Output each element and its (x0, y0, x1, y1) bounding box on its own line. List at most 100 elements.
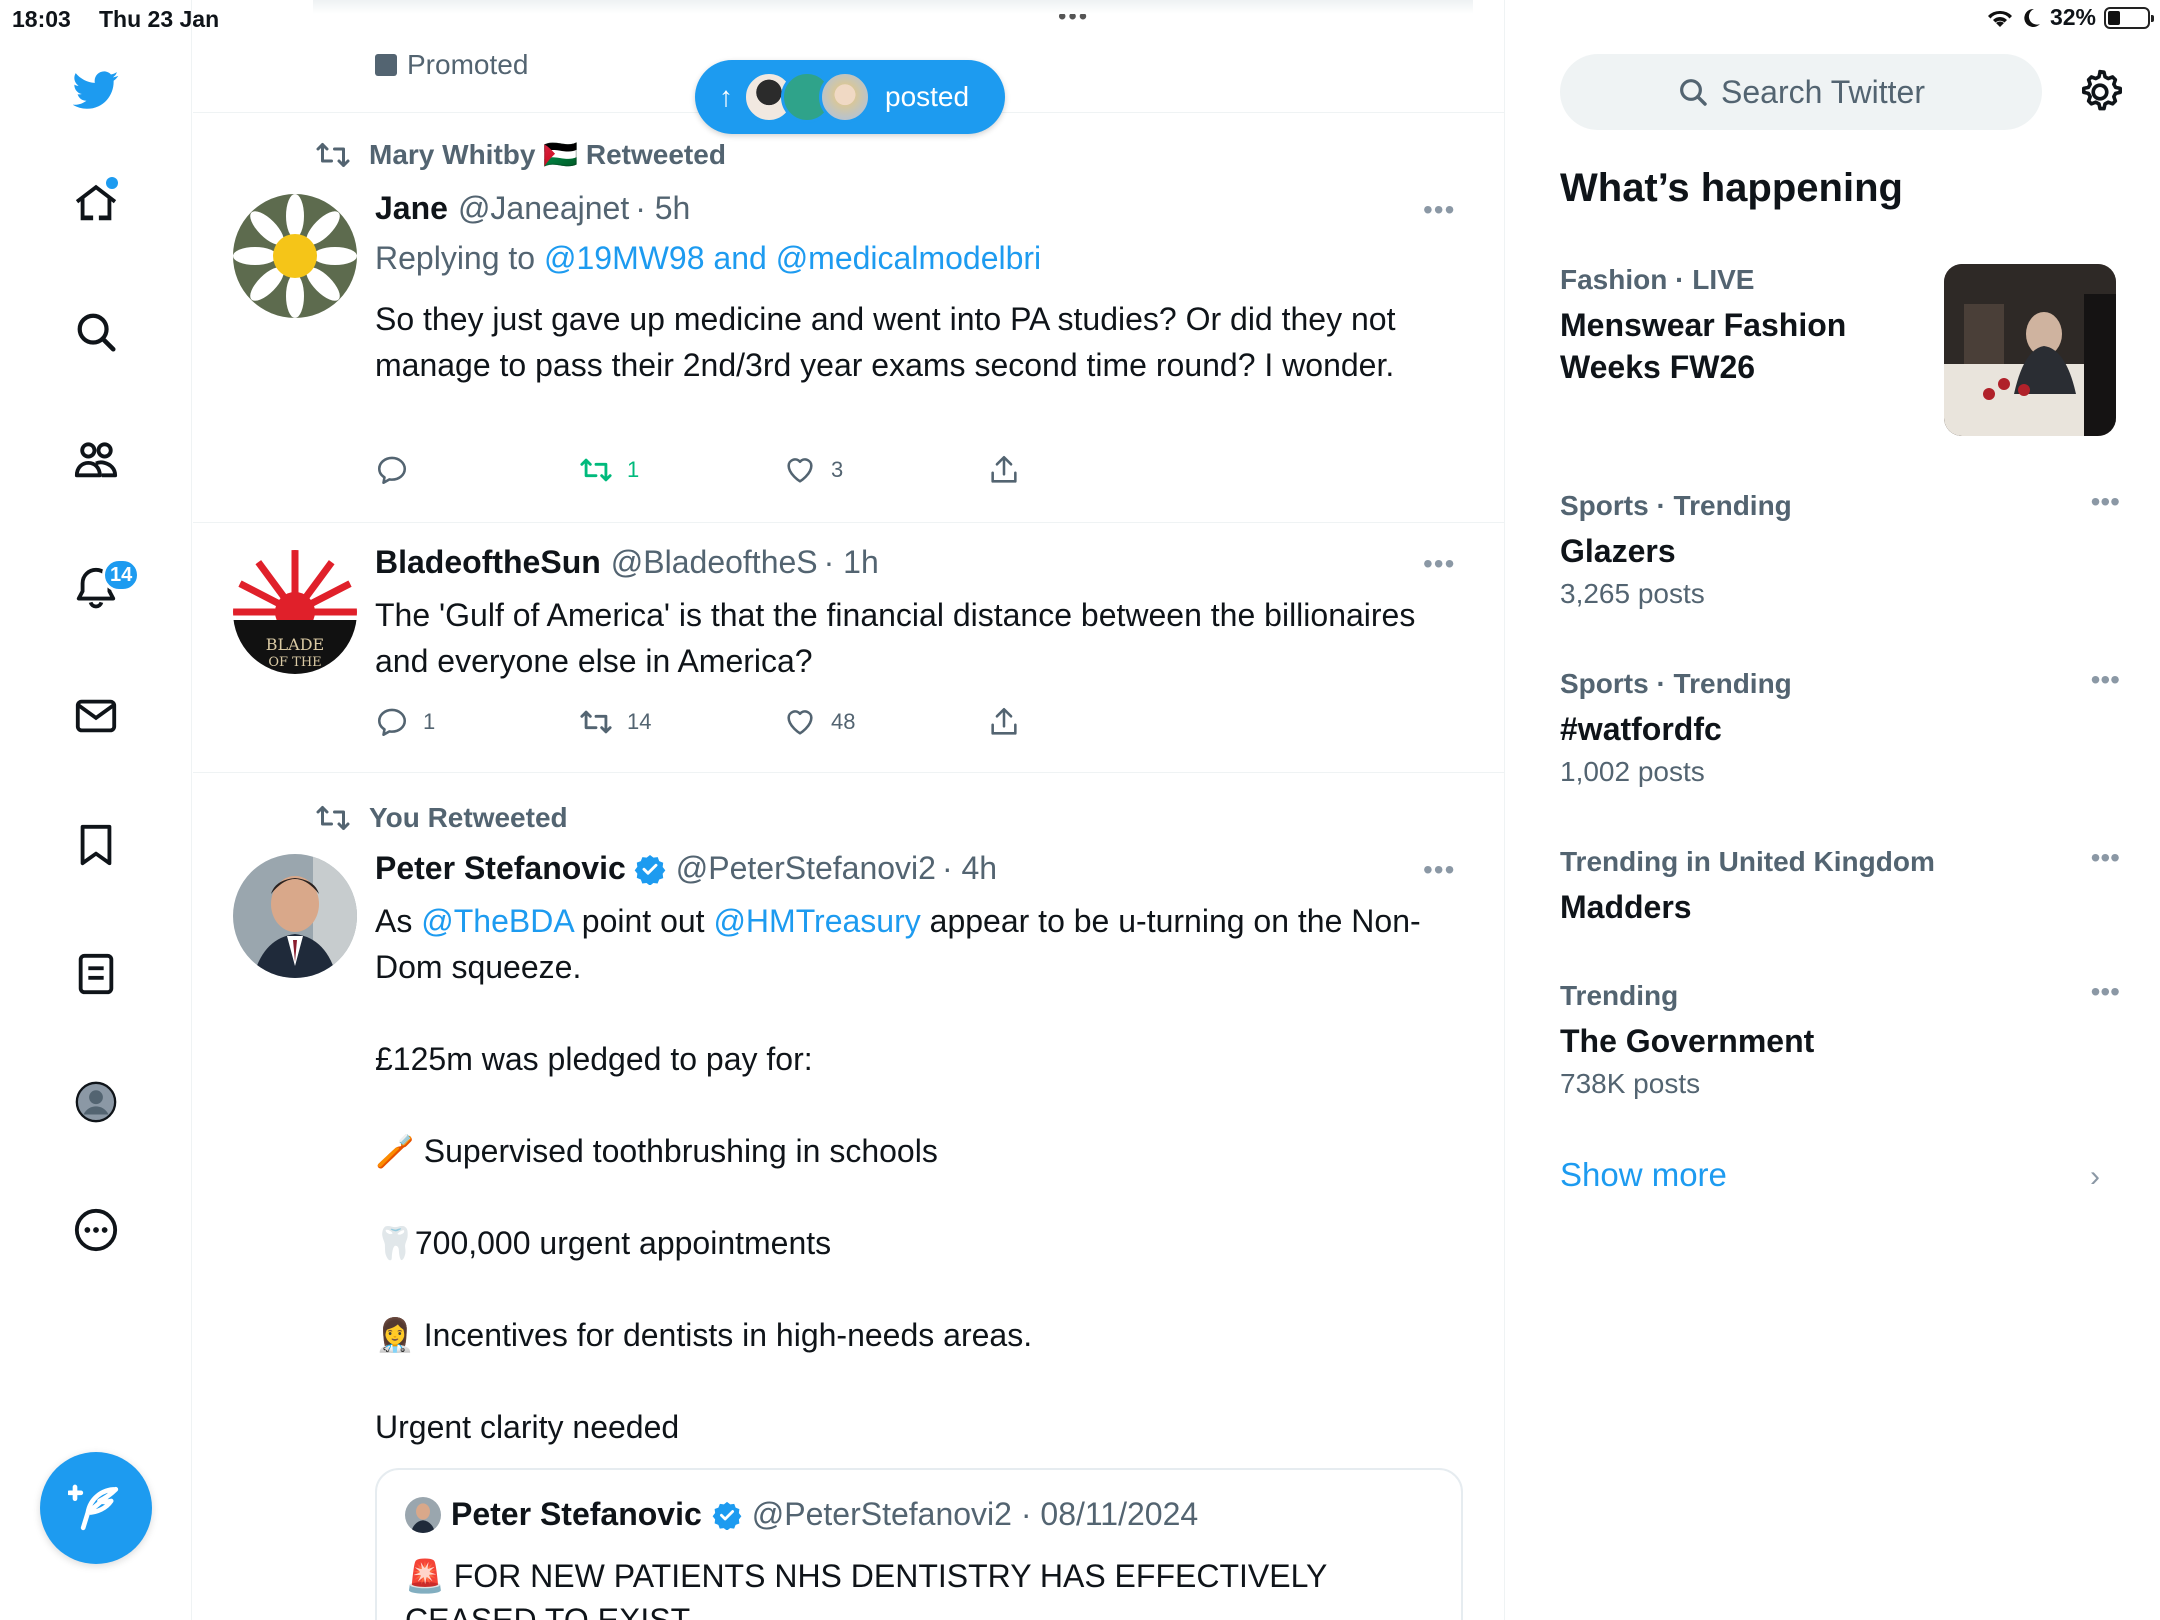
trend-item[interactable]: Sports · Trending #watfordfc 1,002 posts… (1560, 664, 2120, 788)
avatar[interactable] (233, 854, 357, 978)
retweeted-by-label: Mary Whitby 🇵🇸 Retweeted (369, 139, 726, 170)
battery-icon (2104, 6, 2154, 29)
share-icon (991, 707, 1017, 735)
more-options-icon[interactable]: ••• (2091, 976, 2120, 1008)
promoted-icon (375, 54, 397, 76)
sidebar-item-more[interactable] (66, 1200, 126, 1260)
retweet-icon (316, 806, 350, 830)
quoted-author-handle: @PeterStefanovi2 · 08/11/2024 (751, 1496, 1199, 1532)
author-handle[interactable]: @Janeajnet (458, 190, 629, 227)
avatar[interactable] (233, 194, 357, 318)
sidebar-item-notifications[interactable]: 14 (66, 558, 141, 618)
tweet-text-line: 👩‍⚕️ Incentives for dentists in high-nee… (375, 1317, 1033, 1353)
whats-happening-title: What’s happening (1560, 166, 1903, 210)
scroll-fade (313, 0, 1473, 14)
trend-item[interactable]: Trending in United Kingdom Madders ••• (1560, 842, 2120, 928)
more-options-icon[interactable]: ••• (1423, 854, 1455, 886)
tweet-text: The 'Gulf of America' is that the financ… (375, 597, 1416, 679)
notifications-badge: 14 (102, 558, 141, 592)
tweet-time[interactable]: · 5h (635, 190, 690, 227)
more-options-icon[interactable]: ••• (2091, 842, 2120, 874)
sidebar-item-lists[interactable] (66, 944, 126, 1004)
tweet[interactable]: Mary Whitby 🇵🇸 Retweeted Jane @Janeajnet… (193, 112, 1504, 522)
promoted-row: Promoted (375, 49, 528, 81)
author-handle[interactable]: @BladeoftheS (611, 544, 818, 581)
author-name[interactable]: Peter Stefanovic (375, 850, 626, 887)
avatar (405, 1496, 441, 1533)
retweet-icon (316, 142, 350, 167)
like-button[interactable]: 48 (783, 705, 987, 739)
show-more-link[interactable]: Show more (1560, 1156, 1727, 1194)
trend-item[interactable]: Trending The Government 738K posts ••• (1560, 976, 2120, 1100)
compose-feather-icon (68, 1484, 119, 1531)
more-options-icon[interactable]: ••• (1423, 548, 1455, 580)
quoted-tweet-text: 🚨 FOR NEW PATIENTS NHS DENTISTRY HAS EFF… (405, 1558, 1327, 1620)
sidebar-item-bookmarks[interactable] (66, 815, 126, 875)
tweet-text-line: 🪥 Supervised toothbrushing in schools (375, 1133, 938, 1169)
trend-title: #watfordfc (1560, 711, 1722, 747)
tweet-time[interactable]: · 1h (824, 544, 879, 581)
trend-count: 3,265 posts (1560, 578, 1705, 609)
more-options-icon[interactable]: ••• (1423, 194, 1455, 226)
trend-item[interactable]: Sports · Trending Glazers 3,265 posts ••… (1560, 486, 2120, 610)
search-input[interactable]: Search Twitter (1560, 54, 2042, 130)
retweet-button[interactable]: 1 (579, 453, 783, 487)
more-options-icon[interactable]: ••• (2091, 664, 2120, 696)
sidebar-item-explore[interactable] (66, 302, 126, 362)
share-button[interactable] (987, 705, 1191, 739)
mention-link[interactable]: @TheBDA (421, 903, 573, 939)
tweet-actions: 1 3 (375, 450, 1191, 490)
author-handle[interactable]: @PeterStefanovi2 (676, 850, 936, 887)
sidebar-item-messages[interactable] (66, 686, 126, 746)
retweet-icon (580, 458, 612, 482)
svg-text:OF THE: OF THE (268, 655, 321, 670)
trend-title: Madders (1560, 889, 1692, 925)
mention-link[interactable]: @HMTreasury (713, 903, 920, 939)
like-count: 48 (831, 709, 856, 734)
text-fragment: As (375, 903, 413, 939)
verified-badge-icon (712, 1501, 742, 1530)
quoted-tweet[interactable]: Peter Stefanovic @PeterStefanovi2 · 08/1… (375, 1468, 1463, 1620)
search-placeholder: Search Twitter (1721, 73, 1925, 110)
tweet-header: Jane @Janeajnet · 5h (375, 190, 690, 227)
trend-thumbnail[interactable] (1944, 264, 2116, 436)
home-unread-dot (106, 177, 118, 189)
compose-button[interactable] (40, 1452, 152, 1564)
reply-button[interactable]: 1 (375, 705, 579, 739)
tweet-header: Peter Stefanovic @PeterStefanovi2 · 4h (375, 850, 997, 887)
tweet-text-line: Urgent clarity needed (375, 1409, 680, 1445)
wifi-icon (1987, 10, 2012, 27)
promoted-label: Promoted (407, 49, 529, 80)
twitter-logo-icon[interactable] (66, 60, 126, 120)
author-name[interactable]: BladeoftheSun (375, 544, 601, 581)
retweet-context: Mary Whitby 🇵🇸 Retweeted (315, 138, 726, 171)
chevron-right-icon[interactable]: › (2090, 1160, 2100, 1194)
replying-to: Replying to @19MW98 and @medicalmodelbri (375, 240, 1041, 277)
more-options-icon[interactable]: ••• (2091, 486, 2120, 518)
arrow-up-icon: ↑ (719, 81, 733, 112)
more-icon (74, 1208, 118, 1252)
gear-icon[interactable] (2076, 68, 2124, 116)
trend-item[interactable]: Fashion · LIVE Menswear Fashion Weeks FW… (1560, 264, 1930, 388)
retweet-count: 1 (627, 457, 640, 482)
avatar[interactable]: BLADE OF THE (233, 550, 357, 674)
replying-to-link[interactable]: @19MW98 and @medicalmodelbri (544, 240, 1041, 276)
retweet-button[interactable]: 14 (579, 705, 783, 739)
battery-percent: 32% (2049, 4, 2096, 30)
reply-button[interactable] (375, 453, 579, 487)
verified-badge-icon (634, 854, 666, 885)
sidebar-item-home[interactable] (66, 173, 126, 233)
share-button[interactable] (987, 453, 1191, 487)
like-button[interactable]: 3 (783, 453, 987, 487)
tweet[interactable]: BLADE OF THE BladeoftheSun @BladeoftheS … (193, 522, 1504, 772)
profile-icon (75, 1081, 117, 1123)
sidebar-item-profile[interactable] (66, 1072, 126, 1132)
sidebar-item-communities[interactable] (66, 430, 126, 490)
author-name[interactable]: Jane (375, 190, 448, 227)
tweet-text: As @TheBDA point out @HMTreasury appear … (375, 898, 1455, 1450)
timeline: Promoted ↑ posted Mary Whitby 🇵🇸 Retweet… (193, 0, 1505, 1620)
retweet-context: You Retweeted (315, 802, 568, 834)
tweet-time[interactable]: · 4h (942, 850, 997, 887)
like-count: 3 (831, 457, 844, 482)
replying-prefix: Replying to (375, 240, 536, 276)
